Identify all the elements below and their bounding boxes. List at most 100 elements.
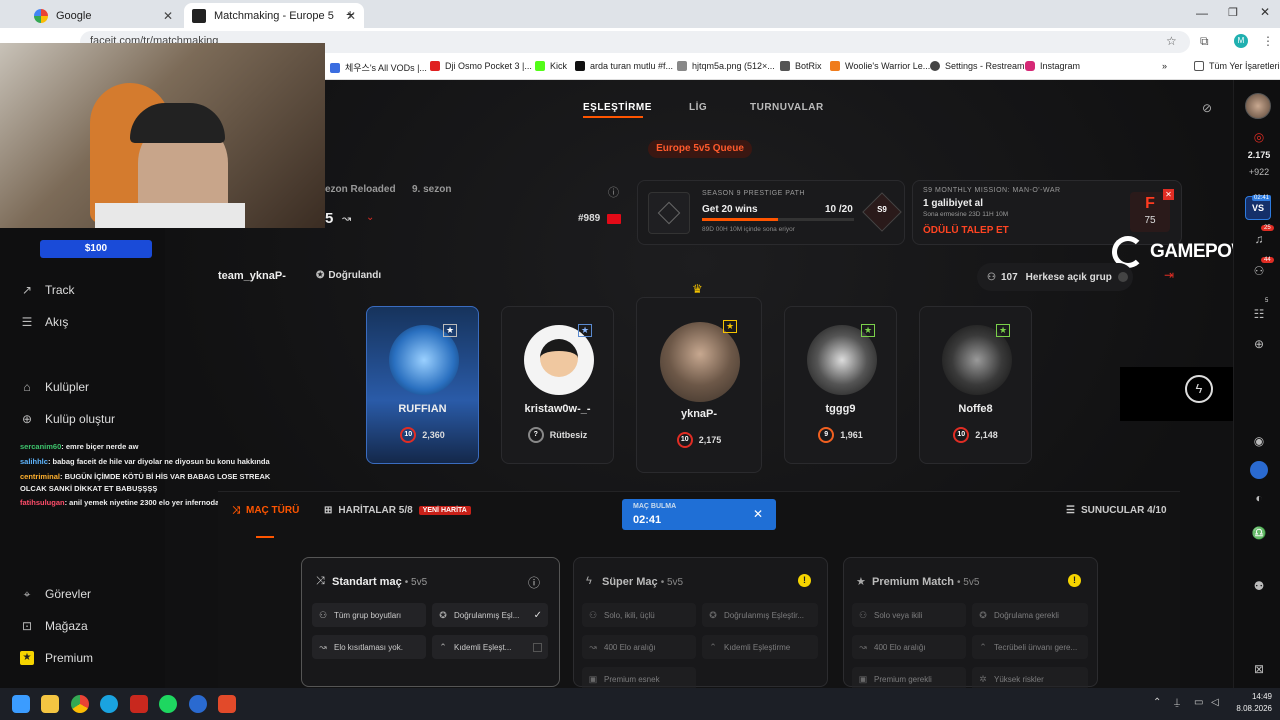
bookmark-item[interactable]: Kick bbox=[535, 61, 567, 71]
user-avatar[interactable] bbox=[1245, 93, 1271, 119]
club-avatar-icon[interactable]: ◐ bbox=[1250, 489, 1268, 507]
bookmark-item[interactable]: Settings - Restream bbox=[930, 61, 1025, 71]
bookmark-label: Instagram bbox=[1040, 61, 1081, 71]
app-icon[interactable] bbox=[189, 695, 207, 713]
tab-league[interactable]: LİG bbox=[689, 102, 707, 113]
volume-icon[interactable]: ◁ bbox=[1211, 697, 1219, 708]
group-visibility-toggle[interactable]: ⚇ 107 Herkese açık grup bbox=[977, 263, 1133, 291]
option-item[interactable]: ✪ Doğrulanmış Eşl... ✓ bbox=[432, 603, 548, 627]
add-icon[interactable]: ⊕ bbox=[1250, 335, 1268, 353]
tray-chevron-icon[interactable]: ⌃ bbox=[1153, 697, 1161, 708]
player-card-self[interactable]: ★ yknaP- 10 2,175 bbox=[636, 297, 762, 473]
tab-maps[interactable]: ⊞ HARİTALAR 5/8 YENİ HARİTA bbox=[324, 505, 471, 516]
tab-matchmaking-nav[interactable]: EŞLEŞTİRME bbox=[583, 102, 652, 113]
notification-count: 25 bbox=[1261, 225, 1274, 231]
chrome-icon[interactable] bbox=[71, 695, 89, 713]
edge-icon[interactable] bbox=[100, 695, 118, 713]
bolt-icon: ϟ bbox=[586, 575, 592, 587]
windows-start-icon[interactable] bbox=[12, 695, 30, 713]
claim-reward-button[interactable]: ÖDÜLÜ TALEP ET bbox=[923, 225, 1009, 236]
no-signal-icon: ϟ bbox=[1185, 375, 1213, 403]
premium-icon: ▣ bbox=[858, 674, 868, 684]
bookmark-item[interactable]: arda turan mutlu #f... bbox=[575, 61, 673, 71]
bookmark-item[interactable]: BotRix bbox=[780, 61, 822, 71]
extensions-icon[interactable]: ⧉ bbox=[1200, 34, 1209, 49]
sidebar-item-shop[interactable]: ⊡ Mağaza bbox=[20, 619, 88, 633]
info-icon[interactable]: ⓘ bbox=[608, 184, 619, 200]
option-item[interactable]: ⌃ Kıdemli Eşleşt... bbox=[432, 635, 548, 659]
mode-card-premium[interactable]: ★ Premium Match • 5v5 ! ⚇ Solo veya ikili… bbox=[843, 557, 1098, 691]
cancel-search-icon[interactable]: ✕ bbox=[753, 507, 763, 521]
tab-match-type[interactable]: ⤨ MAÇ TÜRÜ bbox=[232, 505, 299, 516]
spotify-icon[interactable] bbox=[159, 695, 177, 713]
collapse-icon[interactable]: ⊠ bbox=[1250, 660, 1268, 678]
info-icon[interactable]: ⓘ bbox=[528, 574, 540, 591]
level-badge: 10 bbox=[953, 427, 970, 443]
menu-icon[interactable]: ⋮ bbox=[1262, 34, 1274, 48]
player-card[interactable]: ★ tggg9 9 1,961 bbox=[784, 306, 897, 464]
mode-card-super[interactable]: ϟ Süper Maç • 5v5 ! ⚇ Solo, ikili, üçlü ✪… bbox=[573, 557, 828, 691]
user-icon[interactable]: ⚉ bbox=[1250, 577, 1268, 595]
profile-avatar[interactable]: M bbox=[1234, 34, 1248, 48]
bookmark-item[interactable]: Woolie's Warrior Le... bbox=[830, 61, 930, 71]
warning-icon[interactable]: ! bbox=[798, 574, 811, 587]
player-elo: 10 2,360 bbox=[367, 427, 478, 443]
bell-icon[interactable]: ♫ bbox=[1250, 230, 1268, 248]
friends-icon[interactable]: ⚇ bbox=[1250, 262, 1268, 280]
mission-close-icon[interactable]: ✕ bbox=[1163, 189, 1174, 200]
network-icon[interactable]: ▭ bbox=[1194, 697, 1203, 708]
club-avatar-icon[interactable]: ◉ bbox=[1250, 432, 1268, 450]
app-icon[interactable] bbox=[130, 695, 148, 713]
mode-title: Standart maç • 5v5 bbox=[332, 576, 427, 588]
sidebar-item-missions[interactable]: ⌖ Görevler bbox=[20, 587, 91, 601]
headset-icon[interactable]: ♎ bbox=[1250, 524, 1268, 542]
sidebar-item-premium[interactable]: ★ Premium bbox=[20, 651, 93, 665]
group-visibility-label: Herkese açık grup bbox=[1025, 271, 1112, 283]
season-badge: S9 bbox=[877, 205, 887, 214]
prestige-progress-track bbox=[702, 218, 854, 221]
users-icon: ⚇ bbox=[318, 610, 328, 620]
player-card[interactable]: ★ kristaw0w-_- ? Rütbesiz bbox=[501, 306, 614, 464]
tab-tournaments[interactable]: TURNUVALAR bbox=[750, 102, 824, 113]
brave-icon[interactable] bbox=[218, 695, 236, 713]
player-card[interactable]: ★ Noffe8 10 2,148 bbox=[919, 306, 1032, 464]
sidebar-item-create-club[interactable]: ⊕ Kulüp oluştur bbox=[20, 412, 115, 426]
option-item: ↝ Elo kısıtlaması yok. bbox=[312, 635, 426, 659]
tab-google[interactable]: Google ✕ bbox=[26, 3, 181, 28]
bookmarks-more-icon[interactable]: » bbox=[1162, 61, 1167, 71]
minimize-icon[interactable]: — bbox=[1196, 6, 1208, 20]
player-card[interactable]: ★ RUFFIAN 10 2,360 bbox=[366, 306, 479, 464]
mode-card-standard[interactable]: ⤨ Standart maç • 5v5 ⓘ ⚇ Tüm grup boyutla… bbox=[301, 557, 560, 687]
tab-matchmaking[interactable]: Matchmaking - Europe 5v5 Que ✕ bbox=[184, 3, 364, 28]
maximize-icon[interactable]: ❐ bbox=[1228, 6, 1238, 19]
bookmark-item[interactable]: 체우스's All VODs |... bbox=[330, 61, 427, 74]
donation-banner: $100 bbox=[40, 240, 152, 258]
sidebar-item-clubs[interactable]: ⌂ Kulüpler bbox=[20, 380, 89, 394]
new-tab-icon[interactable]: + bbox=[346, 6, 354, 22]
warning-icon[interactable]: ! bbox=[1068, 574, 1081, 587]
bookmark-item[interactable]: Dji Osmo Pocket 3 |... bbox=[430, 61, 532, 71]
chat-user: fatihsulugan bbox=[20, 498, 65, 507]
all-bookmarks-folder[interactable]: Tüm Yer İşaretleri bbox=[1194, 61, 1280, 71]
trend-icon: ↝ bbox=[342, 213, 352, 225]
rank-icon: ⌃ bbox=[979, 642, 987, 652]
sidebar-item-track[interactable]: ↗ Track bbox=[20, 283, 75, 297]
bookmark-item[interactable]: hjtqm5a.png (512×... bbox=[677, 61, 775, 71]
bookmark-star-icon[interactable]: ☆ bbox=[1166, 34, 1177, 48]
parties-icon[interactable]: ☷ bbox=[1250, 305, 1268, 323]
club-avatar-icon[interactable] bbox=[1250, 461, 1268, 479]
tab-servers[interactable]: ☰ SUNUCULAR 4/10 bbox=[1066, 505, 1167, 516]
checkbox[interactable] bbox=[533, 642, 542, 652]
chevron-down-icon[interactable]: ⌄ bbox=[366, 212, 374, 223]
file-explorer-icon[interactable] bbox=[41, 695, 59, 713]
sidebar-item-feed[interactable]: ☰ Akış bbox=[20, 315, 69, 329]
mission-title: S9 MONTHLY MISSION: MAN-O'-WAR bbox=[923, 187, 1061, 194]
leave-icon[interactable]: ⇥ bbox=[1164, 268, 1174, 282]
mute-icon[interactable]: ⊘ bbox=[1202, 101, 1212, 115]
bookmark-item[interactable]: Instagram bbox=[1025, 61, 1080, 71]
mic-icon[interactable]: ⍊ bbox=[1174, 697, 1180, 708]
bookmark-label: 체우스's All VODs |... bbox=[345, 63, 427, 73]
close-icon[interactable]: ✕ bbox=[163, 9, 173, 23]
missions-icon: ⌖ bbox=[23, 587, 31, 601]
window-close-icon[interactable]: ✕ bbox=[1260, 5, 1270, 19]
